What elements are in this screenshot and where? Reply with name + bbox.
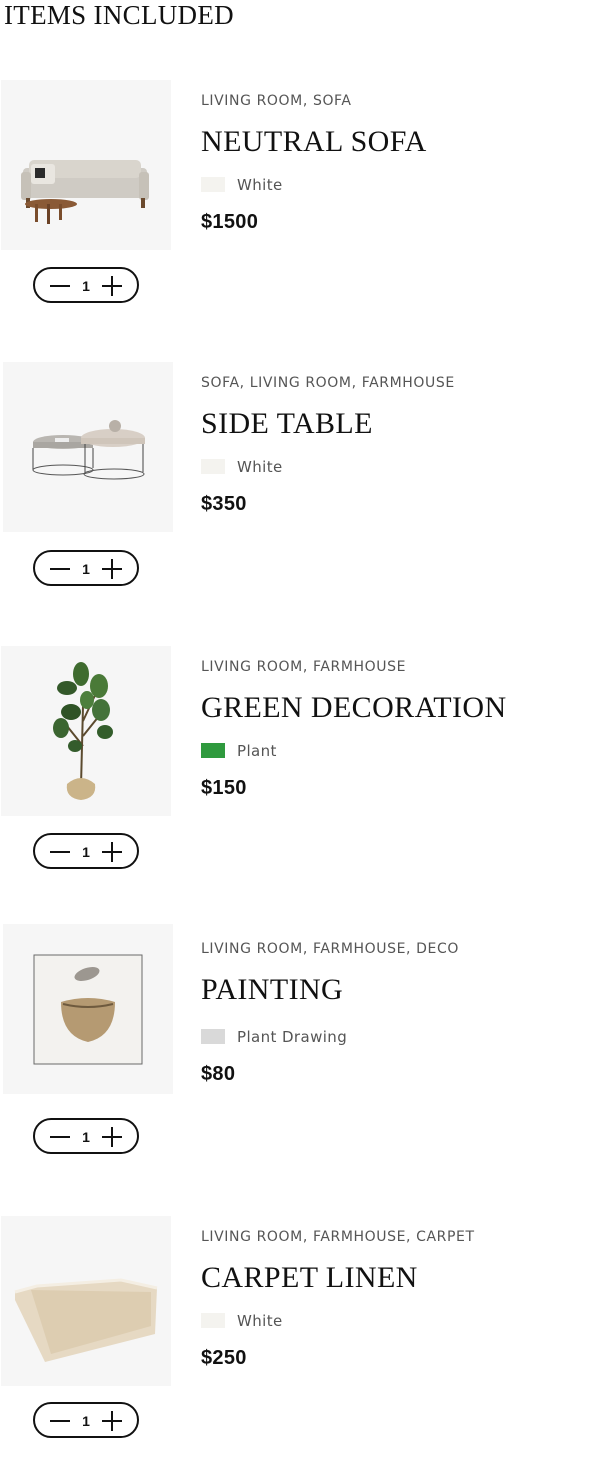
plant-image[interactable] xyxy=(1,646,171,816)
item-categories: LIVING ROOM, FARMHOUSE, CARPET xyxy=(201,1229,475,1245)
cart-item: 1 LIVING ROOM, FARMHOUSE, CARPET CARPET … xyxy=(0,1216,597,1476)
color-swatch xyxy=(201,1313,225,1328)
section-title: ITEMS INCLUDED xyxy=(4,0,234,30)
color-name: White xyxy=(237,1312,283,1330)
quantity-value: 1 xyxy=(82,278,90,294)
color-name: White xyxy=(237,458,283,476)
item-name[interactable]: PAINTING xyxy=(201,972,343,1008)
side-table-image[interactable] xyxy=(3,362,173,532)
quantity-value: 1 xyxy=(82,1413,90,1429)
quantity-stepper[interactable]: 1 xyxy=(33,267,139,303)
minus-icon[interactable] xyxy=(49,841,71,863)
quantity-stepper[interactable]: 1 xyxy=(33,833,139,869)
plus-icon[interactable] xyxy=(101,841,123,863)
plus-icon[interactable] xyxy=(101,1410,123,1432)
item-categories: LIVING ROOM, FARMHOUSE, DECO xyxy=(201,941,459,957)
color-swatch xyxy=(201,177,225,192)
item-name[interactable]: NEUTRAL SOFA xyxy=(201,124,427,160)
plus-icon[interactable] xyxy=(101,275,123,297)
cart-item: 1 SOFA, LIVING ROOM, FARMHOUSE SIDE TABL… xyxy=(0,362,597,622)
painting-image[interactable] xyxy=(3,924,173,1094)
color-name: White xyxy=(237,176,283,194)
quantity-value: 1 xyxy=(82,561,90,577)
cart-item: 1 LIVING ROOM, FARMHOUSE, DECO PAINTING … xyxy=(0,924,597,1184)
color-swatch xyxy=(201,743,225,758)
item-price: $80 xyxy=(201,1063,236,1085)
plus-icon[interactable] xyxy=(101,1126,123,1148)
plus-icon[interactable] xyxy=(101,558,123,580)
item-name[interactable]: CARPET LINEN xyxy=(201,1260,418,1296)
minus-icon[interactable] xyxy=(49,1410,71,1432)
item-price: $350 xyxy=(201,493,247,515)
item-name[interactable]: SIDE TABLE xyxy=(201,406,373,442)
color-name: Plant Drawing xyxy=(237,1028,348,1046)
item-name[interactable]: GREEN DECORATION xyxy=(201,690,507,726)
color-swatch xyxy=(201,459,225,474)
item-price: $150 xyxy=(201,777,247,799)
quantity-value: 1 xyxy=(82,1129,90,1145)
minus-icon[interactable] xyxy=(49,558,71,580)
color-name: Plant xyxy=(237,742,277,760)
item-price: $1500 xyxy=(201,211,259,233)
sofa-image[interactable] xyxy=(1,80,171,250)
item-price: $250 xyxy=(201,1347,247,1369)
quantity-stepper[interactable]: 1 xyxy=(33,1118,139,1154)
item-categories: SOFA, LIVING ROOM, FARMHOUSE xyxy=(201,375,455,391)
quantity-value: 1 xyxy=(82,844,90,860)
item-categories: LIVING ROOM, SOFA xyxy=(201,93,352,109)
cart-item: 1 LIVING ROOM, SOFA NEUTRAL SOFA White $… xyxy=(0,80,597,340)
minus-icon[interactable] xyxy=(49,1126,71,1148)
carpet-image[interactable] xyxy=(1,1216,171,1386)
color-swatch xyxy=(201,1029,225,1044)
minus-icon[interactable] xyxy=(49,275,71,297)
item-categories: LIVING ROOM, FARMHOUSE xyxy=(201,659,407,675)
cart-item: 1 LIVING ROOM, FARMHOUSE GREEN DECORATIO… xyxy=(0,646,597,906)
quantity-stepper[interactable]: 1 xyxy=(33,550,139,586)
quantity-stepper[interactable]: 1 xyxy=(33,1402,139,1438)
